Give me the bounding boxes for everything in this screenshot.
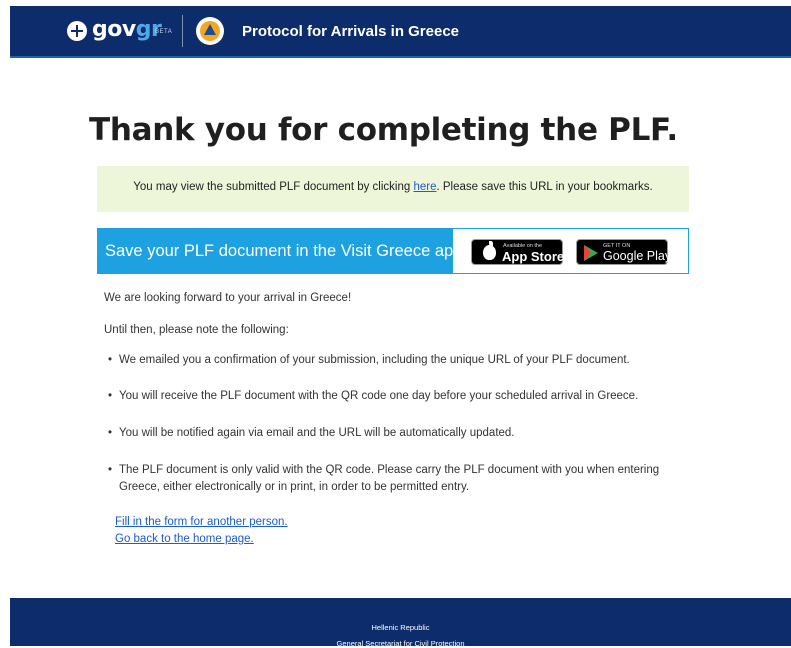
google-play-label: Google Play xyxy=(603,249,672,263)
footer-line-2: General Secretariat for Civil Protection xyxy=(336,639,465,648)
greek-emblem-icon xyxy=(67,21,87,41)
notice-text-after: . Please save this URL in your bookmarks… xyxy=(436,181,653,193)
page-title: Thank you for completing the PLF. xyxy=(89,112,678,148)
site-footer: Hellenic Republic General Secretariat fo… xyxy=(10,598,791,648)
site-header: govgr BETA Protocol for Arrivals in Gree… xyxy=(10,6,791,58)
intro-text: We are looking forward to your arrival i… xyxy=(104,292,352,304)
app-store-label: App Store xyxy=(502,249,565,264)
app-store-button[interactable]: Available on the App Store xyxy=(471,239,565,265)
app-promo-text: Save your PLF document in the Visit Gree… xyxy=(98,229,462,273)
fill-another-person-link[interactable]: Fill in the form for another person. xyxy=(115,516,288,528)
civil-protection-logo-icon xyxy=(196,17,224,45)
footer-line-1: Hellenic Republic xyxy=(371,623,430,632)
here-link[interactable]: here xyxy=(413,181,436,193)
notice-text-before: You may view the submitted PLF document … xyxy=(133,181,414,193)
list-item: You will be notified again via email and… xyxy=(104,425,694,442)
home-page-link[interactable]: Go back to the home page. xyxy=(115,533,254,545)
google-play-button[interactable]: GET IT ON Google Play xyxy=(576,239,672,265)
google-play-icon xyxy=(584,245,598,261)
success-notice: You may view the submitted PLF document … xyxy=(97,166,689,212)
header-title: Protocol for Arrivals in Greece xyxy=(242,23,460,40)
govgr-logo[interactable]: govgr xyxy=(92,17,162,43)
list-item: We emailed you a confirmation of your su… xyxy=(104,352,694,369)
app-promo-banner: Save your PLF document in the Visit Gree… xyxy=(97,228,689,274)
header-divider xyxy=(182,15,183,47)
beta-badge: BETA xyxy=(155,29,173,35)
until-then-text: Until then, please note the following: xyxy=(104,324,289,336)
list-item: The PLF document is only valid with the … xyxy=(104,462,694,496)
list-item: You will receive the PLF document with t… xyxy=(104,388,694,405)
apple-icon xyxy=(483,241,496,260)
